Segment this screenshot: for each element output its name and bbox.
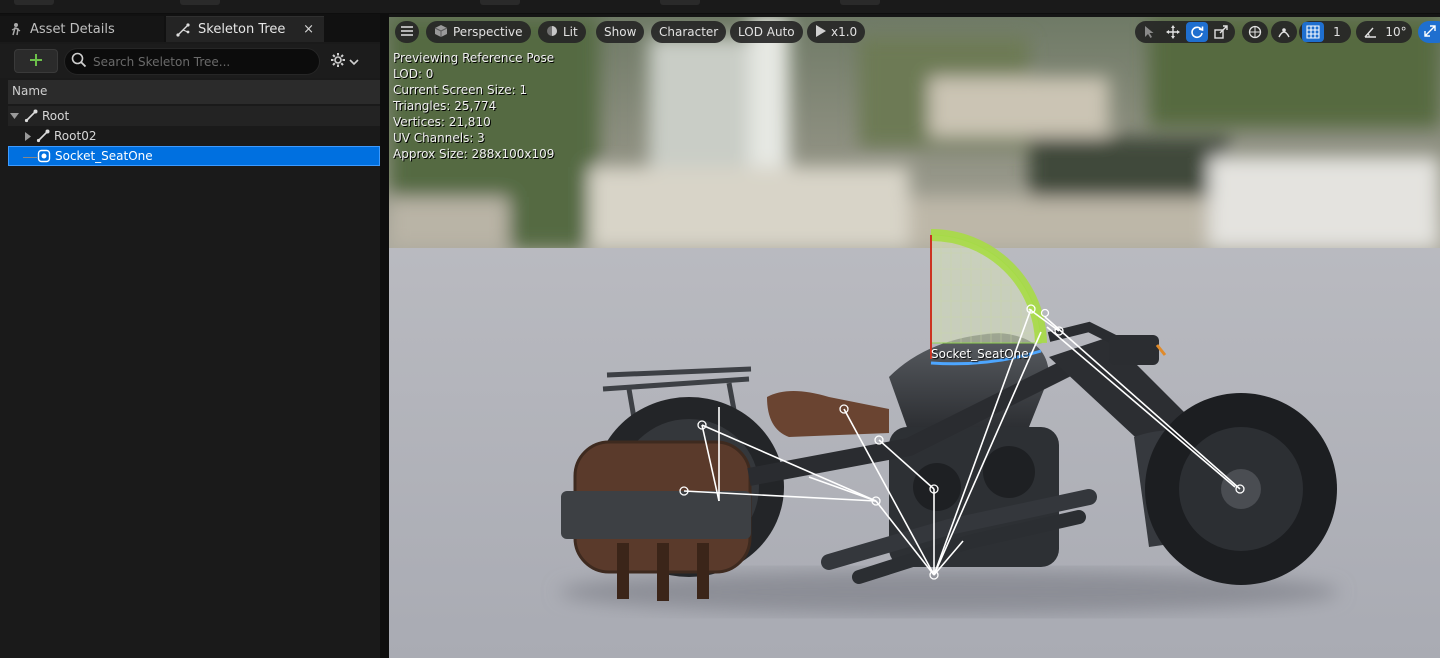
panel-tab-bar: Asset Details Skeleton Tree × — [0, 14, 386, 42]
top-fragment — [14, 0, 54, 5]
asset-details-icon — [10, 22, 22, 36]
settings-dropdown[interactable] — [330, 52, 359, 71]
tab-asset-details[interactable]: Asset Details — [0, 16, 164, 42]
top-fragment — [480, 0, 520, 5]
viewport-toolbar: Perspective Lit Show Character LOD Auto … — [389, 17, 1440, 47]
skeleton-tree-list: Root Root02 Socket_SeatOne — [8, 106, 380, 166]
transform-tools-group — [1135, 21, 1235, 43]
play-speed-button[interactable]: x1.0 — [807, 21, 866, 43]
grid-size-value[interactable]: 1 — [1326, 22, 1348, 42]
surface-snap-group — [1271, 21, 1297, 43]
show-label: Show — [604, 25, 637, 39]
show-button[interactable]: Show — [596, 21, 645, 43]
top-fragment — [660, 0, 700, 5]
stats-line: Vertices: 21,810 — [393, 115, 491, 129]
hamburger-icon — [401, 25, 413, 39]
tree-row-label: Root02 — [54, 129, 97, 143]
top-fragment — [840, 0, 880, 5]
select-tool-icon[interactable] — [1138, 22, 1160, 42]
expand-arrow-icon[interactable] — [8, 112, 20, 120]
character-button[interactable]: Character — [651, 21, 727, 43]
cube-icon — [434, 24, 448, 41]
gear-icon — [330, 52, 346, 71]
rotation-snap-value[interactable]: 10° — [1383, 22, 1409, 42]
lod-button[interactable]: LOD Auto — [730, 21, 803, 43]
stats-line: Previewing Reference Pose — [393, 51, 555, 65]
viewport-menu-button[interactable] — [395, 21, 419, 43]
lit-button[interactable]: Lit — [538, 21, 586, 43]
collapse-arrow-icon[interactable] — [22, 131, 34, 141]
tab-asset-details-label: Asset Details — [30, 21, 115, 37]
tab-skeleton-tree[interactable]: Skeleton Tree × — [166, 16, 324, 42]
preview-viewport[interactable]: Perspective Lit Show Character LOD Auto … — [389, 17, 1440, 658]
search-box[interactable] — [64, 48, 320, 75]
close-tab-button[interactable]: × — [303, 22, 314, 37]
lod-label: LOD Auto — [738, 25, 795, 39]
rotation-snap-group: 10° — [1356, 21, 1412, 43]
perspective-button[interactable]: Perspective — [426, 21, 531, 43]
tab-skeleton-tree-label: Skeleton Tree — [198, 22, 286, 37]
character-label: Character — [659, 25, 719, 39]
tree-row-label: Root — [42, 109, 70, 123]
search-input[interactable] — [93, 54, 313, 69]
stats-line: Triangles: 25,774 — [393, 99, 497, 113]
stats-line: Approx Size: 288x100x109 — [393, 147, 555, 161]
skeleton-tree-panel: Asset Details Skeleton Tree × Search Ske… — [0, 14, 386, 658]
tree-connector-line — [23, 157, 37, 158]
tree-row-root[interactable]: Root — [8, 106, 380, 126]
world-space-icon[interactable] — [1244, 22, 1266, 42]
stats-line: LOD: 0 — [393, 67, 434, 81]
lit-label: Lit — [563, 25, 578, 39]
angle-snap-icon[interactable] — [1359, 22, 1381, 42]
grid-snap-group: 1 — [1299, 21, 1351, 43]
play-icon — [815, 24, 826, 40]
window-top-strip — [0, 0, 1440, 14]
socket-icon — [37, 149, 51, 163]
perspective-label: Perspective — [453, 25, 523, 39]
tree-row-label: Socket_SeatOne — [55, 149, 153, 163]
scale-tool-icon[interactable] — [1210, 22, 1232, 42]
lit-sphere-icon — [546, 25, 558, 40]
add-button[interactable] — [14, 49, 58, 73]
maximize-icon — [1424, 24, 1436, 40]
bone-icon — [36, 129, 50, 143]
preview-stats-overlay: Previewing Reference Pose LOD: 0 Current… — [393, 50, 554, 162]
panel-splitter[interactable] — [380, 14, 389, 658]
top-fragment — [180, 0, 220, 5]
bone-icon — [24, 109, 38, 123]
stats-line: Current Screen Size: 1 — [393, 83, 528, 97]
socket-name-label: Socket_SeatOne — [931, 347, 1029, 361]
maximize-viewport-button[interactable] — [1418, 21, 1440, 43]
play-speed-label: x1.0 — [831, 25, 858, 39]
rotate-tool-icon[interactable] — [1186, 22, 1208, 42]
move-tool-icon[interactable] — [1162, 22, 1184, 42]
chevron-down-icon — [349, 55, 359, 69]
tree-row-socket-seatone[interactable]: Socket_SeatOne — [8, 146, 380, 166]
skeleton-tree-toolbar — [0, 44, 386, 78]
coordinate-space-group — [1242, 21, 1268, 43]
grid-snap-icon[interactable] — [1302, 22, 1324, 42]
plus-icon — [29, 53, 43, 70]
column-header-name[interactable]: Name — [8, 80, 380, 104]
tree-row-root02[interactable]: Root02 — [8, 126, 380, 146]
stats-line: UV Channels: 3 — [393, 131, 485, 145]
search-icon — [71, 52, 87, 71]
surface-snap-icon[interactable] — [1273, 22, 1295, 42]
skeleton-tree-icon — [176, 22, 190, 37]
